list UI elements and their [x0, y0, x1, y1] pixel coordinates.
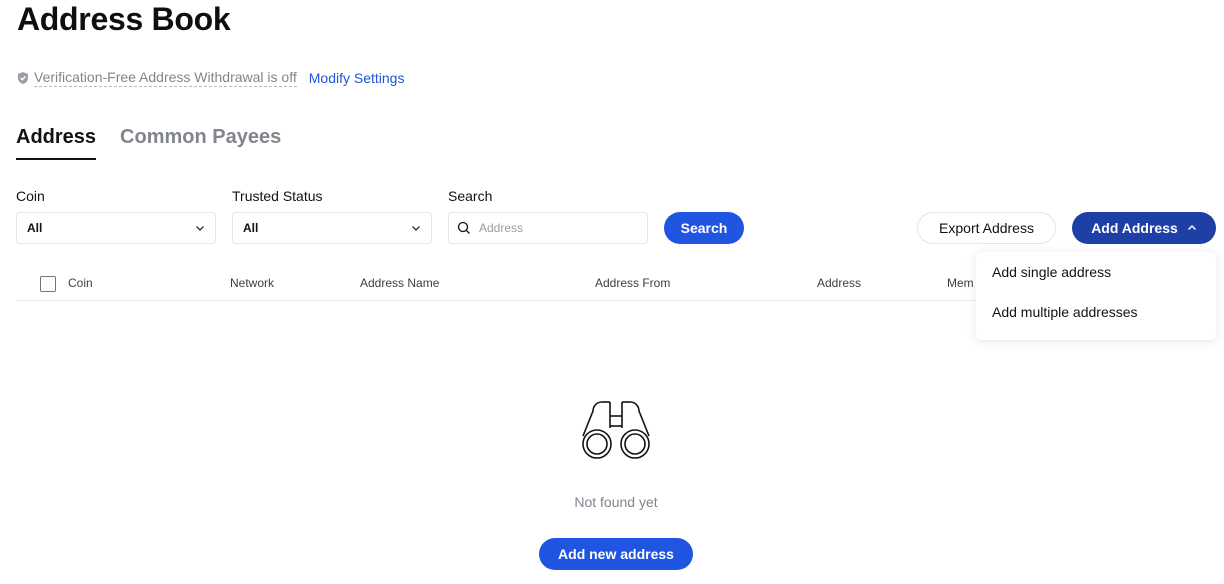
- shield-check-icon: [18, 72, 28, 84]
- search-icon: [457, 221, 470, 234]
- add-address-menu: Add single address Add multiple addresse…: [976, 252, 1216, 340]
- add-new-address-button[interactable]: Add new address: [539, 538, 693, 570]
- column-header-address-from: Address From: [595, 276, 671, 290]
- coin-select[interactable]: All: [16, 212, 216, 244]
- column-header-coin: Coin: [68, 276, 93, 290]
- search-box: [448, 212, 648, 244]
- add-single-address-item[interactable]: Add single address: [976, 252, 1216, 292]
- tab-common-payees[interactable]: Common Payees: [120, 122, 281, 160]
- trusted-status-select[interactable]: All: [232, 212, 432, 244]
- trusted-status-filter-label: Trusted Status: [232, 188, 323, 204]
- verification-status-text[interactable]: Verification-Free Address Withdrawal is …: [34, 69, 297, 87]
- column-header-network: Network: [230, 276, 275, 290]
- tab-address[interactable]: Address: [16, 122, 97, 160]
- page-title: Address Book: [17, 1, 231, 37]
- trusted-status-select-value: All: [243, 221, 259, 235]
- column-header-address-name: Address Name: [360, 276, 440, 290]
- add-address-button[interactable]: Add Address: [1072, 212, 1216, 244]
- chevron-down-icon: [412, 226, 420, 231]
- chevron-up-icon: [1187, 225, 1196, 230]
- chevron-down-icon: [196, 226, 204, 231]
- coin-select-value: All: [27, 221, 43, 235]
- tab-bar: Address Common Payees: [16, 122, 305, 162]
- verification-status: Verification-Free Address Withdrawal is …: [16, 66, 404, 90]
- add-multiple-addresses-item[interactable]: Add multiple addresses: [976, 292, 1216, 332]
- binoculars-icon: [582, 401, 650, 459]
- coin-filter-label: Coin: [16, 188, 45, 204]
- export-address-button[interactable]: Export Address: [917, 212, 1056, 244]
- select-all-checkbox[interactable]: [40, 276, 56, 292]
- modify-settings-link[interactable]: Modify Settings: [309, 70, 405, 86]
- search-button[interactable]: Search: [664, 212, 744, 244]
- column-header-address: Address: [817, 276, 862, 290]
- add-address-label: Add Address: [1091, 220, 1178, 236]
- column-header-memo: Mem: [947, 276, 974, 290]
- search-filter-label: Search: [448, 188, 493, 204]
- search-input[interactable]: [479, 221, 629, 235]
- empty-state-message: Not found yet: [574, 494, 658, 510]
